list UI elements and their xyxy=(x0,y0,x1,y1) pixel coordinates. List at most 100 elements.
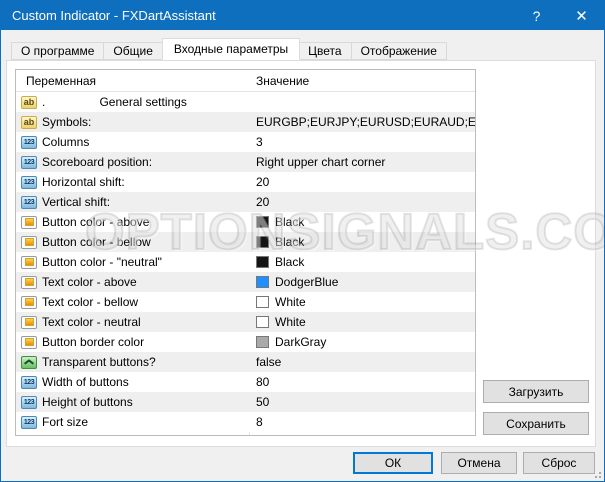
param-row[interactable]: 123Horizontal shift:20 xyxy=(16,172,475,192)
param-value: 20 xyxy=(256,175,269,189)
param-name-cell: 123Columns xyxy=(16,135,249,149)
param-value: 80 xyxy=(256,375,269,389)
param-name: Text color - above xyxy=(42,275,137,289)
color-swatch xyxy=(256,296,269,308)
param-type-number-icon: 123 xyxy=(21,156,37,169)
color-swatch xyxy=(256,316,269,328)
parameters-table: Переменная Значение ab.General settingsa… xyxy=(15,69,476,436)
ok-button[interactable]: ОК xyxy=(353,452,433,474)
param-value-cell[interactable]: Black xyxy=(249,215,475,229)
param-row[interactable]: Transparent buttons? false xyxy=(16,352,475,372)
close-icon[interactable]: ✕ xyxy=(559,1,604,30)
param-name-cell: 123Fort size xyxy=(16,415,249,429)
param-value-cell[interactable]: Black xyxy=(249,255,475,269)
param-value: White xyxy=(275,295,306,309)
param-value-cell[interactable]: White xyxy=(249,315,475,329)
param-row[interactable]: 123Width of buttons 80 xyxy=(16,372,475,392)
param-row[interactable]: Button color - bellow Black xyxy=(16,232,475,252)
table-body: ab.General settingsabSymbols:EURGBP;EURJ… xyxy=(16,92,475,432)
param-type-color-icon xyxy=(21,336,37,349)
param-name-cell: Transparent buttons? xyxy=(16,355,249,369)
param-value-cell[interactable]: DarkGray xyxy=(249,335,475,349)
reset-button[interactable]: Сброс xyxy=(523,452,595,474)
param-value: EURGBP;EURJPY;EURUSD;EURAUD;EU... xyxy=(256,115,475,129)
param-value-cell[interactable]: 20 xyxy=(249,175,475,189)
param-name-cell: Text color - above xyxy=(16,275,249,289)
param-name-cell: 123Width of buttons xyxy=(16,375,249,389)
tab-inputs[interactable]: Входные параметры xyxy=(162,38,300,60)
param-type-number-icon: 123 xyxy=(21,176,37,189)
param-type-color-icon xyxy=(21,276,37,289)
cancel-button[interactable]: Отмена xyxy=(441,452,517,474)
help-icon[interactable]: ? xyxy=(514,1,559,30)
param-value-cell[interactable]: 50 xyxy=(249,395,475,409)
table-header: Переменная Значение xyxy=(16,70,475,92)
param-name: Vertical shift: xyxy=(42,195,110,209)
param-name-cell: Button color - "neutral" xyxy=(16,255,249,269)
param-type-number-icon: 123 xyxy=(21,416,37,429)
param-value: false xyxy=(256,355,281,369)
param-value: 8 xyxy=(256,415,263,429)
param-name: Height of buttons xyxy=(42,395,133,409)
param-value-cell[interactable]: false xyxy=(249,355,475,369)
param-type-color-icon xyxy=(21,316,37,329)
param-value: Right upper chart corner xyxy=(256,155,385,169)
param-name: Width of buttons xyxy=(42,375,129,389)
param-row[interactable]: ab.General settings xyxy=(16,92,475,112)
param-value-cell[interactable]: Right upper chart corner xyxy=(249,155,475,169)
param-row[interactable]: 123Columns 3 xyxy=(16,132,475,152)
param-name-cell: ab Symbols: xyxy=(16,115,249,129)
param-name-cell: Text color - bellow xyxy=(16,295,249,309)
param-value: White xyxy=(275,315,306,329)
param-row[interactable]: Button color - "neutral"Black xyxy=(16,252,475,272)
param-name-cell: Button color - bellow xyxy=(16,235,249,249)
tab-about[interactable]: О программе xyxy=(11,42,104,60)
param-type-color-icon xyxy=(21,216,37,229)
param-value-cell[interactable]: EURGBP;EURJPY;EURUSD;EURAUD;EU... xyxy=(249,115,475,129)
param-row[interactable]: Text color - above DodgerBlue xyxy=(16,272,475,292)
color-swatch xyxy=(256,256,269,268)
param-value: 3 xyxy=(256,135,263,149)
param-row[interactable]: ab Symbols: EURGBP;EURJPY;EURUSD;EURAUD;EU… xyxy=(16,112,475,132)
param-name: Scoreboard position: xyxy=(42,155,152,169)
param-value-cell[interactable]: 3 xyxy=(249,135,475,149)
param-value-cell[interactable]: Black xyxy=(249,235,475,249)
param-name: Symbols: xyxy=(42,115,91,129)
tab-common[interactable]: Общие xyxy=(104,42,162,60)
param-row[interactable]: 123 Scoreboard position: Right upper chart… xyxy=(16,152,475,172)
param-row[interactable]: Button border color DarkGray xyxy=(16,332,475,352)
param-type-number-icon: 123 xyxy=(21,136,37,149)
param-type-text-icon: ab xyxy=(21,96,37,109)
param-name: Button border color xyxy=(42,335,144,349)
color-swatch xyxy=(256,216,269,228)
param-name: Button color - bellow xyxy=(42,235,151,249)
param-row[interactable]: Text color - neutralWhite xyxy=(16,312,475,332)
param-row[interactable]: 123Height of buttons50 xyxy=(16,392,475,412)
param-value-cell[interactable]: 8 xyxy=(249,415,475,429)
resize-grip-icon[interactable] xyxy=(591,468,601,478)
param-value-cell[interactable]: 80 xyxy=(249,375,475,389)
tab-colors[interactable]: Цвета xyxy=(299,42,351,60)
param-group-label: General settings xyxy=(45,95,249,109)
save-button[interactable]: Сохранить xyxy=(483,412,589,435)
load-button[interactable]: Загрузить xyxy=(483,380,589,403)
param-name-cell: 123Vertical shift: xyxy=(16,195,249,209)
param-value: Black xyxy=(275,235,304,249)
param-value-cell[interactable]: White xyxy=(249,295,475,309)
param-row[interactable]: 123Fort size 8 xyxy=(16,412,475,432)
param-value-cell[interactable]: 20 xyxy=(249,195,475,209)
param-name-cell: Button border color xyxy=(16,335,249,349)
param-value-cell[interactable]: DodgerBlue xyxy=(249,275,475,289)
tab-display[interactable]: Отображение xyxy=(352,42,447,60)
param-name: Button color - above xyxy=(42,215,149,229)
color-swatch xyxy=(256,236,269,248)
param-name-cell: 123 Scoreboard position: xyxy=(16,155,249,169)
window-title: Custom Indicator - FXDartAssistant xyxy=(1,8,514,23)
titlebar: Custom Indicator - FXDartAssistant ? ✕ xyxy=(1,1,604,30)
param-value: DodgerBlue xyxy=(275,275,338,289)
param-row[interactable]: Text color - bellow White xyxy=(16,292,475,312)
param-row[interactable]: Button color - above Black xyxy=(16,212,475,232)
tab-strip: О программеОбщиеВходные параметрыЦветаОт… xyxy=(11,39,447,60)
param-row[interactable]: 123Vertical shift:20 xyxy=(16,192,475,212)
param-type-text-icon: ab xyxy=(21,116,37,129)
